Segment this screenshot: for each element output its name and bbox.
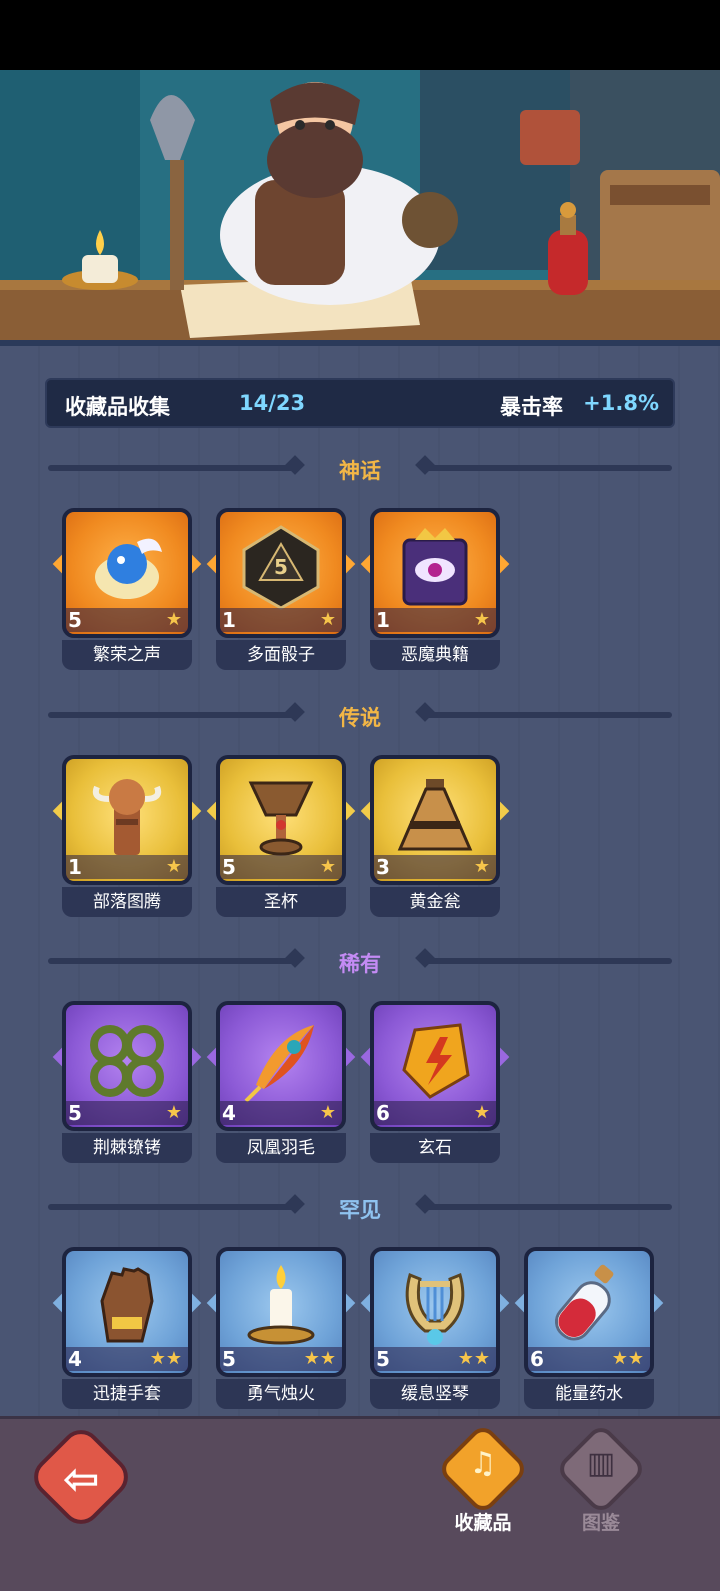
item-name: 恶魔典籍 [370, 640, 500, 670]
shopkeeper-illustration [0, 70, 720, 345]
section-title: 稀有 [339, 952, 381, 976]
collectible-card[interactable]: 3 ★ 黄金瓮 [360, 755, 510, 920]
blue-spirit-shell-icon [95, 538, 162, 599]
collection-summary-bar: 收藏品收集 14/23 暴击率 +1.8% [45, 378, 675, 428]
item-count: 1 [222, 608, 236, 632]
star-rating-icon: ★★ [149, 1348, 182, 1369]
book-icon: ▥ [586, 1446, 616, 1481]
item-name: 黄金瓮 [370, 887, 500, 917]
section-header-mythic: 神话 [48, 453, 672, 483]
phoenix-feather-icon [244, 1025, 314, 1103]
star-rating-icon: ★ [473, 1102, 490, 1123]
collectible-card[interactable]: 6 ★ 玄石 [360, 1001, 510, 1166]
section-header-legendary: 传说 [48, 700, 672, 730]
item-name: 凤凰羽毛 [216, 1133, 346, 1163]
item-count: 3 [376, 855, 390, 879]
section-header-uncommon: 罕见 [48, 1192, 672, 1222]
item-count: 4 [222, 1101, 236, 1125]
star-rating-icon: ★★ [457, 1348, 490, 1369]
item-count: 5 [222, 855, 236, 879]
collectible-card[interactable]: 5 ★★ 缓息竖琴 [360, 1247, 510, 1412]
lyre-icon: ♫ [469, 1446, 497, 1481]
item-count: 6 [376, 1101, 390, 1125]
polyhedral-dice-icon: 5 [242, 525, 320, 610]
tab-label: 收藏品 [454, 1512, 512, 1534]
item-count: 4 [68, 1347, 82, 1371]
item-count: 5 [68, 608, 82, 632]
item-count: 5 [376, 1347, 390, 1371]
tab-label: 图鉴 [581, 1512, 620, 1534]
crit-rate-label: 暴击率 [500, 395, 563, 419]
collectible-card[interactable]: 6 ★★ 能量药水 [514, 1247, 664, 1412]
status-bar [0, 0, 720, 70]
collectible-card[interactable]: 1 ★ 部落图腾 [52, 755, 202, 920]
tab-codex[interactable]: ▥ 图鉴 [554, 1422, 648, 1546]
item-count: 5 [68, 1101, 82, 1125]
star-rating-icon: ★ [165, 1102, 182, 1123]
item-name: 能量药水 [524, 1379, 654, 1409]
shopkeeper-banner [0, 70, 720, 345]
star-rating-icon: ★ [319, 856, 336, 877]
star-rating-icon: ★★ [611, 1348, 644, 1369]
item-count: 1 [376, 608, 390, 632]
collectible-card[interactable]: 5 ★ 荆棘镣铐 [52, 1001, 202, 1166]
potion-icon [554, 1264, 614, 1341]
item-count: 6 [530, 1347, 544, 1371]
section-title: 罕见 [339, 1198, 381, 1222]
collectible-card[interactable]: 5 ★ 繁荣之声 [52, 508, 202, 673]
item-name: 荆棘镣铐 [62, 1133, 192, 1163]
lyre-icon [405, 1272, 465, 1345]
item-name: 部落图腾 [62, 887, 192, 917]
section-header-rare: 稀有 [48, 946, 672, 976]
star-rating-icon: ★ [165, 609, 182, 630]
chalice-icon [248, 781, 314, 856]
svg-text:5: 5 [274, 555, 288, 579]
collectible-card[interactable]: 5 ★★ 勇气烛火 [206, 1247, 356, 1412]
item-name: 玄石 [370, 1133, 500, 1163]
star-rating-icon: ★ [165, 856, 182, 877]
golden-urn-icon [397, 779, 473, 851]
candle-icon [247, 1265, 315, 1345]
thorn-shackles-icon [90, 1025, 164, 1097]
collection-label: 收藏品收集 [65, 395, 170, 419]
section-title: 神话 [339, 459, 381, 483]
section-title: 传说 [339, 706, 381, 730]
collection-count: 14/23 [239, 391, 306, 415]
item-name: 繁荣之声 [62, 640, 192, 670]
tribal-totem-icon [92, 779, 162, 855]
collectible-card[interactable]: 4 ★★ 迅捷手套 [52, 1247, 202, 1412]
star-rating-icon: ★★ [303, 1348, 336, 1369]
collectible-card[interactable]: 4 ★ 凤凰羽毛 [206, 1001, 356, 1166]
item-name: 迅捷手套 [62, 1379, 192, 1409]
tab-collection[interactable]: ♫ 收藏品 [436, 1422, 530, 1546]
lightning-stone-icon [402, 1023, 470, 1099]
star-rating-icon: ★ [319, 609, 336, 630]
crit-rate-value: +1.8% [583, 391, 659, 415]
item-name: 多面骰子 [216, 640, 346, 670]
collectible-card[interactable]: 5 1 ★ 多面骰子 [206, 508, 356, 673]
leather-glove-icon [100, 1267, 154, 1343]
item-name: 勇气烛火 [216, 1379, 346, 1409]
item-name: 缓息竖琴 [370, 1379, 500, 1409]
back-arrow-icon: ⇦ [62, 1454, 100, 1505]
item-count: 5 [222, 1347, 236, 1371]
demon-eye-tome-icon [402, 528, 468, 606]
collectible-card[interactable]: 5 ★ 圣杯 [206, 755, 356, 920]
collectible-card[interactable]: 1 ★ 恶魔典籍 [360, 508, 510, 673]
star-rating-icon: ★ [473, 856, 490, 877]
item-name: 圣杯 [216, 887, 346, 917]
star-rating-icon: ★ [319, 1102, 336, 1123]
item-count: 1 [68, 855, 82, 879]
star-rating-icon: ★ [473, 609, 490, 630]
